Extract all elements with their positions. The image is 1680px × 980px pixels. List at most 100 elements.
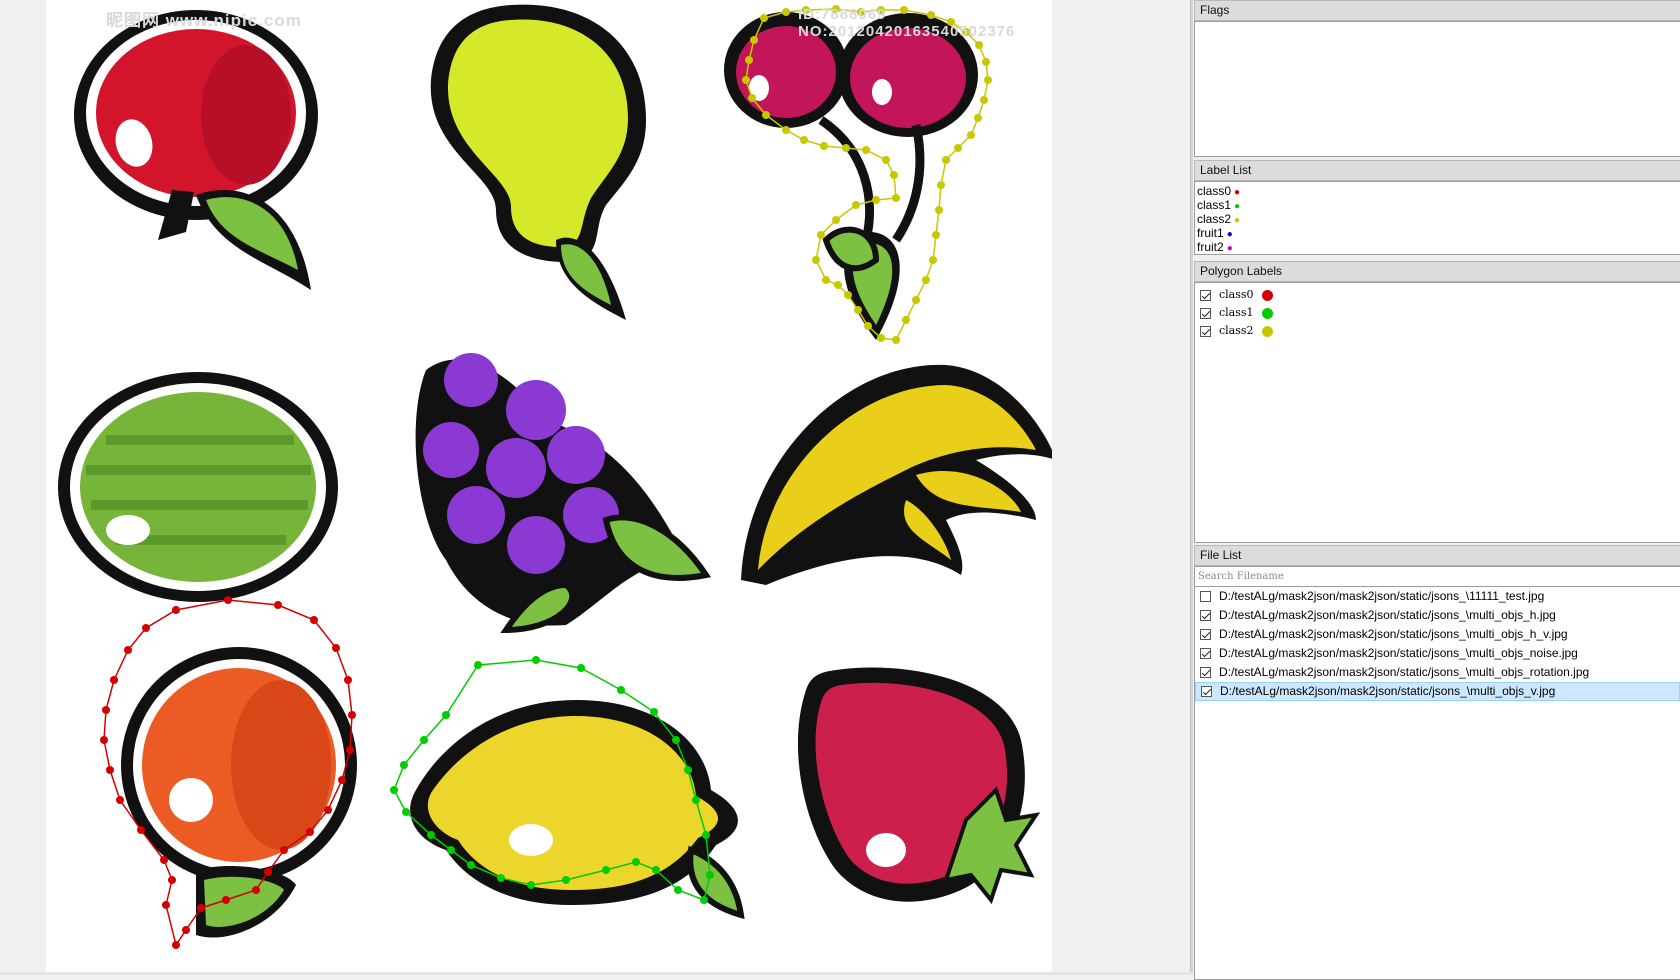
- polygon-vertex-handle[interactable]: [980, 96, 988, 104]
- polygon-vertex-handle[interactable]: [527, 881, 535, 889]
- polygon-labels-list[interactable]: class0 class1 class2: [1194, 282, 1680, 543]
- polygon-vertex-handle[interactable]: [892, 336, 900, 344]
- polygon-vertex-handle[interactable]: [344, 676, 352, 684]
- file-list-item[interactable]: D:/testALg/mask2json/mask2json/static/js…: [1195, 625, 1680, 644]
- polygon-vertex-handle[interactable]: [324, 806, 332, 814]
- polygon-vertex-handle[interactable]: [942, 156, 950, 164]
- file-list-item[interactable]: D:/testALg/mask2json/mask2json/static/js…: [1195, 587, 1680, 606]
- polygon-vertex-handle[interactable]: [922, 276, 930, 284]
- polygon-vertex-handle[interactable]: [844, 291, 852, 299]
- polygon-vertex-handle[interactable]: [832, 216, 840, 224]
- polygon-vertex-handle[interactable]: [672, 736, 680, 744]
- polygon-vertex-handle[interactable]: [760, 14, 768, 22]
- polygon-vertex-handle[interactable]: [427, 831, 435, 839]
- polygon-vertex-handle[interactable]: [467, 861, 475, 869]
- polygon-vertex-handle[interactable]: [280, 846, 288, 854]
- polygon-vertex-handle[interactable]: [700, 896, 708, 904]
- polygon-vertex-handle[interactable]: [974, 114, 982, 122]
- flags-dock-title[interactable]: Flags: [1194, 0, 1680, 21]
- label-list-item[interactable]: class0 ●: [1195, 184, 1680, 198]
- polygon-vertex-handle[interactable]: [577, 664, 585, 672]
- label-list-item[interactable]: class1 ●: [1195, 198, 1680, 212]
- polygon-outline[interactable]: [103, 599, 353, 947]
- polygon-vertex-handle[interactable]: [702, 831, 710, 839]
- polygon-class1[interactable]: [390, 656, 714, 904]
- search-filename-input[interactable]: [1195, 567, 1680, 587]
- polygon-vertex-handle[interactable]: [420, 736, 428, 744]
- polygon-vertex-handle[interactable]: [800, 136, 808, 144]
- polygon-vertex-handle[interactable]: [742, 76, 750, 84]
- polygon-vertex-handle[interactable]: [197, 904, 205, 912]
- polygon-vertex-handle[interactable]: [975, 41, 983, 49]
- polygon-vertex-handle[interactable]: [652, 866, 660, 874]
- file-checkbox[interactable]: [1200, 609, 1211, 621]
- polygon-vertex-handle[interactable]: [892, 194, 900, 202]
- polygon-vertex-handle[interactable]: [650, 708, 658, 716]
- polygon-vertex-handle[interactable]: [162, 901, 170, 909]
- polygon-outline[interactable]: [393, 659, 711, 902]
- polygon-vertex-handle[interactable]: [182, 926, 190, 934]
- polygon-vertex-handle[interactable]: [864, 322, 872, 330]
- polygon-vertex-handle[interactable]: [447, 846, 455, 854]
- polygon-vertex-handle[interactable]: [602, 866, 610, 874]
- polygon-vertex-handle[interactable]: [474, 661, 482, 669]
- polygon-vertex-handle[interactable]: [137, 826, 145, 834]
- polygon-vertex-handle[interactable]: [222, 896, 230, 904]
- polygon-vertex-handle[interactable]: [402, 808, 410, 816]
- file-checkbox[interactable]: [1200, 666, 1211, 678]
- polygon-vertex-handle[interactable]: [116, 796, 124, 804]
- polygon-vertex-handle[interactable]: [497, 874, 505, 882]
- label-list-dock-title[interactable]: Label List: [1194, 160, 1680, 181]
- polygon-visibility-checkbox[interactable]: [1200, 325, 1211, 337]
- polygon-visibility-checkbox[interactable]: [1200, 289, 1211, 301]
- polygon-vertex-handle[interactable]: [274, 601, 282, 609]
- polygon-vertex-handle[interactable]: [967, 131, 975, 139]
- polygon-vertex-handle[interactable]: [822, 276, 830, 284]
- polygon-vertex-handle[interactable]: [124, 646, 132, 654]
- file-list[interactable]: D:/testALg/mask2json/mask2json/static/js…: [1194, 566, 1680, 980]
- polygon-vertex-handle[interactable]: [745, 56, 753, 64]
- polygon-vertex-handle[interactable]: [782, 126, 790, 134]
- polygon-vertex-handle[interactable]: [872, 196, 880, 204]
- polygon-vertex-handle[interactable]: [862, 146, 870, 154]
- polygon-label-item[interactable]: class2: [1195, 322, 1680, 340]
- polygon-vertex-handle[interactable]: [442, 711, 450, 719]
- file-list-dock-title[interactable]: File List: [1194, 545, 1680, 566]
- polygon-vertex-handle[interactable]: [852, 201, 860, 209]
- polygon-vertex-handle[interactable]: [346, 746, 354, 754]
- polygon-vertex-handle[interactable]: [954, 144, 962, 152]
- polygon-vertex-handle[interactable]: [877, 334, 885, 342]
- polygon-vertex-handle[interactable]: [762, 111, 770, 119]
- polygon-vertex-handle[interactable]: [142, 624, 150, 632]
- polygon-vertex-handle[interactable]: [882, 156, 890, 164]
- file-list-item[interactable]: D:/testALg/mask2json/mask2json/static/js…: [1195, 663, 1680, 682]
- polygon-vertex-handle[interactable]: [632, 858, 640, 866]
- polygon-vertex-handle[interactable]: [172, 941, 180, 949]
- polygon-vertex-handle[interactable]: [935, 206, 943, 214]
- polygon-vertex-handle[interactable]: [890, 171, 898, 179]
- polygon-vertex-handle[interactable]: [168, 876, 176, 884]
- polygon-vertex-handle[interactable]: [306, 828, 314, 836]
- polygon-vertex-handle[interactable]: [390, 786, 398, 794]
- polygon-vertex-handle[interactable]: [817, 231, 825, 239]
- file-checkbox[interactable]: [1200, 628, 1211, 640]
- polygon-vertex-handle[interactable]: [782, 8, 790, 16]
- polygon-label-item[interactable]: class0: [1195, 286, 1680, 304]
- polygon-vertex-handle[interactable]: [172, 606, 180, 614]
- polygon-vertex-handle[interactable]: [310, 616, 318, 624]
- polygon-overlay[interactable]: [46, 0, 1052, 972]
- polygon-vertex-handle[interactable]: [102, 706, 110, 714]
- polygon-vertex-handle[interactable]: [106, 766, 114, 774]
- polygon-vertex-handle[interactable]: [100, 736, 108, 744]
- file-list-item[interactable]: D:/testALg/mask2json/mask2json/static/js…: [1195, 644, 1680, 663]
- polygon-vertex-handle[interactable]: [902, 316, 910, 324]
- polygon-vertex-handle[interactable]: [932, 231, 940, 239]
- file-checkbox[interactable]: [1201, 685, 1212, 697]
- polygon-vertex-handle[interactable]: [748, 94, 756, 102]
- polygon-class2[interactable]: [742, 5, 992, 344]
- polygon-vertex-handle[interactable]: [854, 306, 862, 314]
- file-list-item[interactable]: D:/testALg/mask2json/mask2json/static/js…: [1195, 606, 1680, 625]
- polygon-vertex-handle[interactable]: [982, 58, 990, 66]
- label-list-item[interactable]: fruit2 ●: [1195, 240, 1680, 254]
- polygon-vertex-handle[interactable]: [937, 181, 945, 189]
